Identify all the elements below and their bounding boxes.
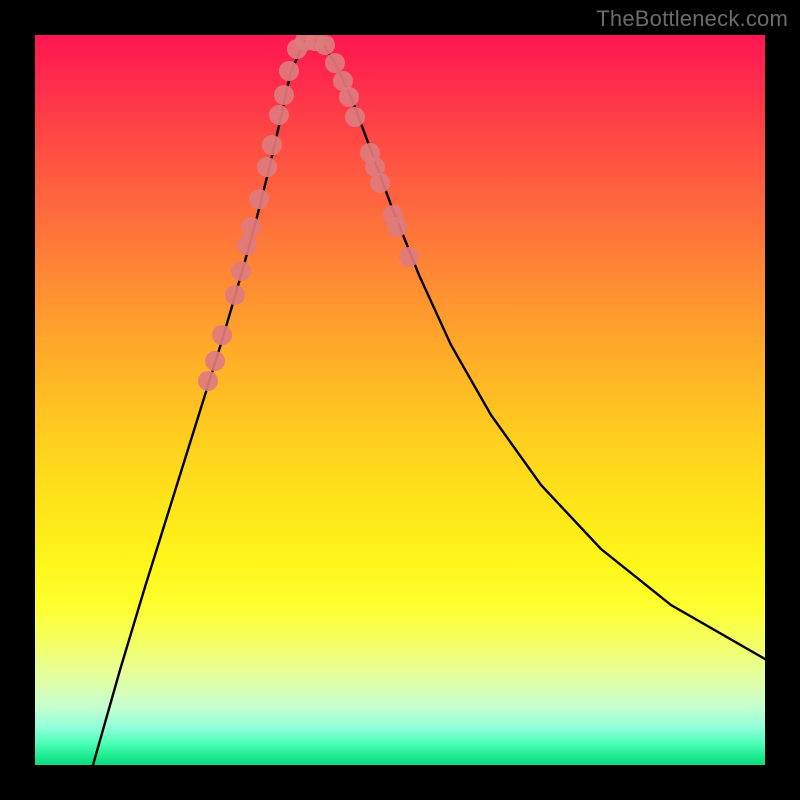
highlight-dot [274, 85, 294, 105]
highlight-dot [279, 61, 299, 81]
highlight-dot [212, 325, 232, 345]
highlight-dot [315, 35, 335, 55]
highlight-dot [269, 105, 289, 125]
chart-frame: TheBottleneck.com [0, 0, 800, 800]
highlight-dot [339, 87, 359, 107]
highlight-dot [198, 371, 218, 391]
plot-area [35, 35, 765, 765]
highlight-dot [249, 189, 269, 209]
marker-group [198, 35, 419, 391]
highlight-dot [370, 173, 390, 193]
highlight-dot [325, 53, 345, 73]
highlight-dot [241, 217, 261, 237]
highlight-dot [345, 107, 365, 127]
bottleneck-curve [93, 41, 765, 765]
highlight-dot [262, 135, 282, 155]
highlight-dot [399, 247, 419, 267]
highlight-dot [257, 157, 277, 177]
highlight-dot [205, 351, 225, 371]
curve-layer [35, 35, 765, 765]
highlight-dot [387, 217, 407, 237]
watermark-text: TheBottleneck.com [596, 6, 788, 32]
highlight-dot [237, 235, 257, 255]
highlight-dot [225, 285, 245, 305]
highlight-dot [231, 261, 251, 281]
